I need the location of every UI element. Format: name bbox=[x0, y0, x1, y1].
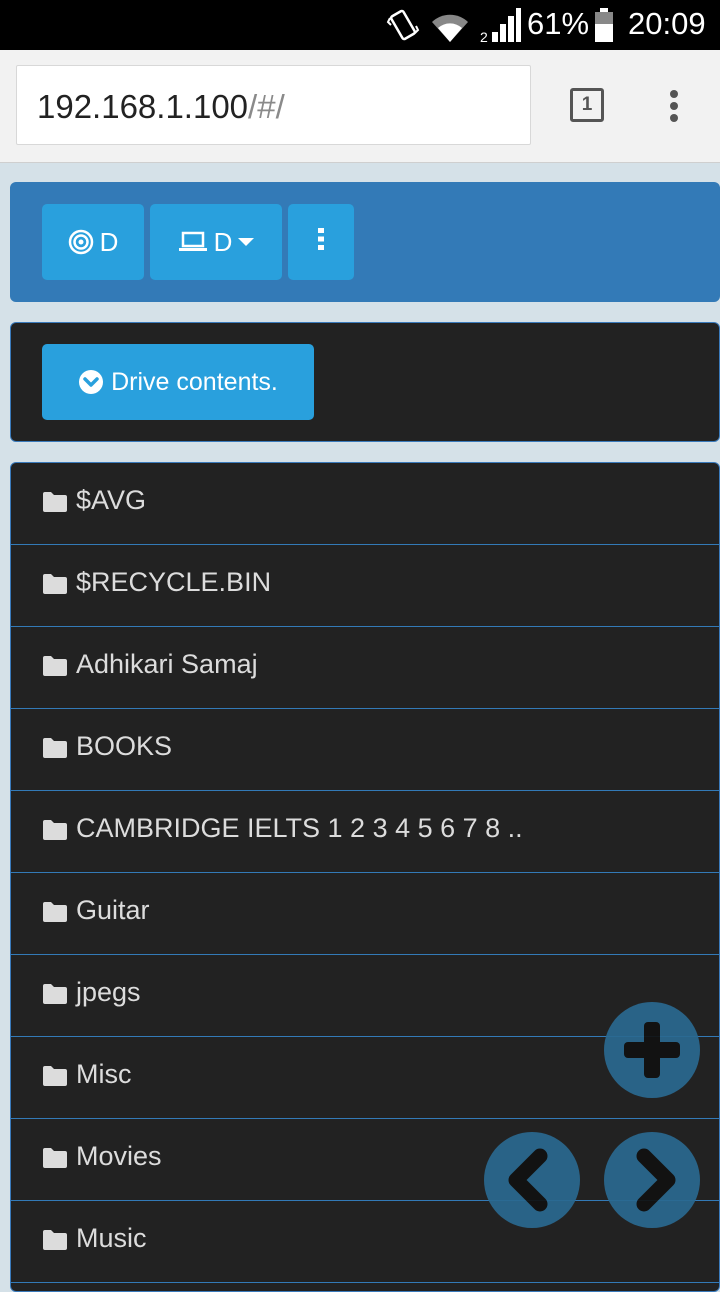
previous-button[interactable] bbox=[484, 1132, 580, 1228]
browser-toolbar: 192.168.1.100/#/ 1 bbox=[0, 50, 720, 163]
folder-name: Music bbox=[76, 1223, 147, 1253]
folder-name: jpegs bbox=[76, 977, 141, 1007]
folder-icon bbox=[42, 983, 68, 1010]
add-button[interactable] bbox=[604, 1002, 700, 1098]
drive-contents-label: Drive contents. bbox=[111, 367, 278, 396]
folder-icon bbox=[42, 1147, 68, 1174]
device-dropdown-button[interactable]: D bbox=[150, 204, 282, 280]
drive-button-label: D bbox=[99, 226, 119, 257]
folder-name: Guitar bbox=[76, 895, 150, 925]
more-vertical-icon bbox=[317, 227, 325, 258]
address-bar[interactable]: 192.168.1.100/#/ bbox=[16, 65, 531, 145]
signal-icon: 2 bbox=[480, 6, 522, 49]
toolbar-panel: D D bbox=[10, 182, 720, 302]
next-button[interactable] bbox=[604, 1132, 700, 1228]
wifi-icon bbox=[430, 10, 470, 49]
more-options-button[interactable] bbox=[288, 204, 354, 280]
device-button-label: D bbox=[213, 226, 233, 257]
folder-row[interactable]: Adhikari Samaj bbox=[11, 627, 719, 709]
chevron-circle-down-icon bbox=[78, 369, 104, 395]
folder-icon bbox=[42, 1229, 68, 1256]
folder-name: $RECYCLE.BIN bbox=[76, 567, 272, 597]
folder-name: CAMBRIDGE IELTS 1 2 3 4 5 6 7 8 .. bbox=[76, 813, 523, 843]
folder-row[interactable]: $RECYCLE.BIN bbox=[11, 545, 719, 627]
target-icon bbox=[68, 229, 94, 255]
plus-icon bbox=[624, 1022, 680, 1078]
tab-count: 1 bbox=[581, 94, 593, 115]
drive-button[interactable]: D bbox=[42, 204, 144, 280]
contents-header-panel: Drive contents. bbox=[10, 322, 720, 442]
folder-icon bbox=[42, 737, 68, 764]
clock: 20:09 bbox=[628, 6, 706, 41]
folder-icon bbox=[42, 1065, 68, 1092]
folder-icon bbox=[42, 491, 68, 518]
chevron-left-icon bbox=[508, 1148, 548, 1212]
folder-icon bbox=[42, 819, 68, 846]
url-path: /#/ bbox=[248, 88, 285, 125]
folder-name: Adhikari Samaj bbox=[76, 649, 258, 679]
folder-icon bbox=[42, 901, 68, 928]
drive-contents-toggle[interactable]: Drive contents. bbox=[42, 344, 314, 420]
vibrate-icon bbox=[386, 8, 420, 47]
folder-name: Misc bbox=[76, 1059, 132, 1089]
browser-menu-button[interactable] bbox=[660, 86, 688, 126]
folder-name: $AVG bbox=[76, 485, 147, 515]
tab-switcher-button[interactable]: 1 bbox=[570, 88, 604, 122]
svg-text:2: 2 bbox=[480, 29, 488, 44]
folder-icon bbox=[42, 573, 68, 600]
folder-name: BOOKS bbox=[76, 731, 173, 761]
folder-row[interactable]: $AVG bbox=[11, 463, 719, 545]
url-host: 192.168.1.100 bbox=[37, 88, 249, 125]
folder-row[interactable]: CAMBRIDGE IELTS 1 2 3 4 5 6 7 8 .. bbox=[11, 791, 719, 873]
caret-down-icon bbox=[238, 238, 255, 246]
chevron-right-icon bbox=[636, 1148, 676, 1212]
folder-row[interactable]: BOOKS bbox=[11, 709, 719, 791]
folder-icon bbox=[42, 655, 68, 682]
laptop-icon bbox=[178, 230, 208, 254]
battery-percent: 61% bbox=[527, 6, 590, 41]
url-text: 192.168.1.100/#/ bbox=[37, 88, 285, 126]
status-bar: 2 61% 20:09 bbox=[0, 0, 720, 50]
battery-icon bbox=[594, 8, 614, 47]
folder-row[interactable]: Guitar bbox=[11, 873, 719, 955]
folder-name: Movies bbox=[76, 1141, 162, 1171]
